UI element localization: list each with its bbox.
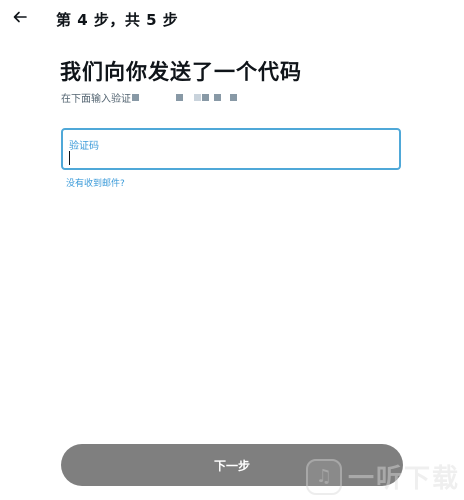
back-button[interactable] (8, 6, 32, 30)
instruction-label: 在下面输入验证 (61, 94, 131, 105)
page-title: 我们向你发送了一个代码 (60, 60, 302, 84)
redacted-email-block (202, 94, 209, 101)
redacted-email-block (194, 94, 201, 101)
redacted-email-block (230, 94, 237, 101)
redacted-email-block (214, 94, 221, 101)
arrow-left-icon (13, 9, 27, 28)
redacted-email-block (132, 94, 139, 101)
verification-step-page: 第 4 步，共 5 步 我们向你发送了一个代码 在下面输入验证 验证码 没有收到… (0, 0, 464, 500)
step-indicator: 第 4 步，共 5 步 (56, 11, 179, 29)
text-caret (69, 151, 70, 165)
next-button[interactable]: 下一步 (61, 444, 403, 486)
didnt-receive-email-link[interactable]: 没有收到邮件? (66, 176, 125, 189)
redacted-email-block (176, 94, 183, 101)
header: 第 4 步，共 5 步 (0, 0, 464, 40)
instruction-text: 在下面输入验证 (61, 90, 237, 105)
verification-code-input[interactable] (67, 150, 391, 166)
verification-code-field[interactable]: 验证码 (61, 128, 401, 170)
